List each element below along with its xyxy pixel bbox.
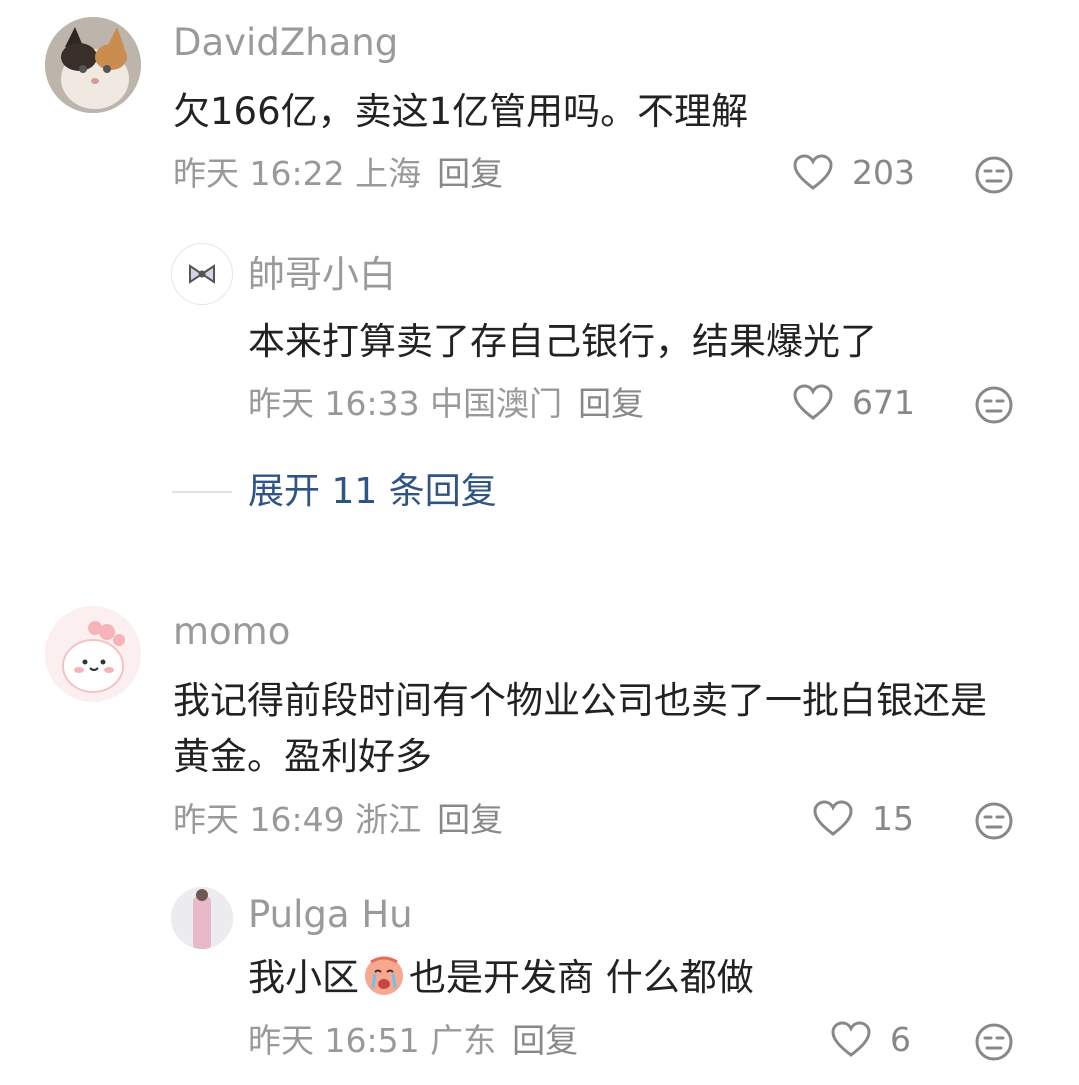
person-photo-avatar-icon: [171, 887, 233, 949]
heart-icon: [793, 154, 833, 190]
dislike-face-icon: [975, 802, 1013, 840]
comment-text-part: 我小区: [248, 956, 359, 999]
dislike-button[interactable]: [974, 155, 1014, 195]
like-count: 671: [852, 382, 915, 422]
dislike-button[interactable]: [974, 385, 1014, 425]
like-count: 6: [890, 1019, 911, 1059]
reply-button[interactable]: 回复: [578, 384, 644, 423]
comment-text: 欠166亿，卖这1亿管用吗。不理解: [173, 90, 749, 133]
dislike-button[interactable]: [974, 1022, 1014, 1062]
comment-meta: 昨天 16:33 中国澳门 回复: [248, 387, 644, 420]
like-button[interactable]: 15: [812, 799, 914, 837]
reply-button[interactable]: 回复: [437, 800, 503, 839]
bow-icon: [189, 264, 215, 284]
crying-emoji-icon: [361, 952, 407, 998]
avatar[interactable]: [171, 243, 233, 305]
comment-text: 我记得前段时间有个物业公司也卖了一批白银还是黄金。盈利好多: [173, 679, 987, 778]
username[interactable]: DavidZhang: [173, 24, 398, 61]
meta-time-location: 昨天 16:22 上海: [173, 154, 422, 193]
like-count: 203: [852, 152, 915, 192]
pink-cartoon-avatar-icon: [45, 606, 141, 702]
expand-divider: [172, 491, 232, 493]
comment-text-part: 也是开发商 什么都做: [409, 956, 754, 999]
like-button[interactable]: 6: [830, 1020, 911, 1058]
comment-meta: 昨天 16:51 广东 回复: [248, 1024, 578, 1057]
avatar[interactable]: [45, 17, 141, 113]
dislike-face-icon: [975, 156, 1013, 194]
heart-icon: [831, 1021, 871, 1057]
dislike-face-icon: [975, 386, 1013, 424]
reply-button[interactable]: 回复: [437, 154, 503, 193]
heart-icon: [793, 384, 833, 420]
expand-replies-label: 展开 11 条回复: [248, 471, 497, 512]
expand-replies-button[interactable]: 展开 11 条回复: [172, 474, 497, 510]
comment-meta: 昨天 16:22 上海 回复: [173, 157, 503, 190]
meta-time-location: 昨天 16:51 广东: [248, 1021, 497, 1060]
comment-meta: 昨天 16:49 浙江 回复: [173, 803, 503, 836]
like-button[interactable]: 671: [792, 383, 915, 421]
username[interactable]: momo: [173, 613, 290, 650]
dislike-button[interactable]: [974, 801, 1014, 841]
avatar[interactable]: [171, 887, 233, 949]
dislike-face-icon: [975, 1023, 1013, 1061]
cat-avatar-icon: [45, 17, 141, 113]
username[interactable]: Pulga Hu: [248, 896, 413, 933]
comment-text: 我小区 也是开发商 什么都做: [248, 950, 1028, 1006]
username[interactable]: 帥哥小白: [248, 256, 396, 293]
like-button[interactable]: 203: [792, 153, 915, 191]
like-count: 15: [872, 798, 914, 838]
meta-time-location: 昨天 16:49 浙江: [173, 800, 422, 839]
heart-icon: [813, 800, 853, 836]
comment-text: 本来打算卖了存自己银行，结果爆光了: [248, 320, 877, 363]
avatar[interactable]: [45, 606, 141, 702]
meta-time-location: 昨天 16:33 中国澳门: [248, 384, 563, 423]
reply-button[interactable]: 回复: [512, 1021, 578, 1060]
